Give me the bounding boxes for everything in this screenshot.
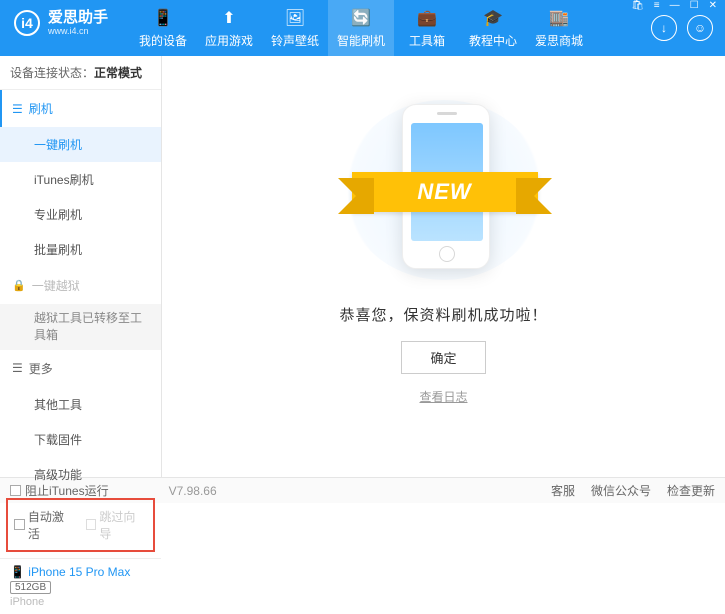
nav-apps-games[interactable]: ⬆应用游戏 bbox=[196, 0, 262, 56]
menu-icon[interactable]: ≡ bbox=[652, 0, 662, 13]
jailbreak-moved-note: 越狱工具已转移至工具箱 bbox=[0, 304, 161, 350]
user-button[interactable]: ☺ bbox=[687, 15, 713, 41]
checkbox-block-itunes[interactable]: 阻止iTunes运行 bbox=[10, 482, 109, 499]
minimize-icon[interactable]: — bbox=[668, 0, 682, 13]
connection-status: 设备连接状态：正常模式 bbox=[0, 56, 161, 90]
image-icon: 🖼 bbox=[284, 7, 306, 29]
menu-icon: ☰ bbox=[12, 361, 23, 375]
app-header: i4 爱思助手 www.i4.cn 📱我的设备 ⬆应用游戏 🖼铃声壁纸 🔄智能刷… bbox=[0, 0, 725, 56]
device-phone-icon: 📱 bbox=[10, 565, 25, 579]
nav-tutorials[interactable]: 🎓教程中心 bbox=[460, 0, 526, 56]
footer-link-wechat[interactable]: 微信公众号 bbox=[591, 482, 651, 499]
sidebar-item-itunes-flash[interactable]: iTunes刷机 bbox=[0, 162, 161, 197]
success-message: 恭喜您，保资料刷机成功啦！ bbox=[339, 304, 547, 325]
book-icon: 🎓 bbox=[482, 7, 504, 29]
checkbox-skip-guide: 跳过向导 bbox=[86, 508, 148, 542]
new-ribbon: NEW bbox=[352, 172, 538, 212]
device-type: iPhone bbox=[10, 596, 44, 608]
version-label: V7.98.66 bbox=[169, 484, 217, 498]
flash-icon: 🔄 bbox=[350, 7, 372, 29]
sidebar-item-download-firmware[interactable]: 下载固件 bbox=[0, 422, 161, 457]
activation-options: 自动激活 跳过向导 bbox=[6, 498, 155, 552]
sidebar-item-other-tools[interactable]: 其他工具 bbox=[0, 387, 161, 422]
sidebar: 设备连接状态：正常模式 ☰刷机 一键刷机 iTunes刷机 专业刷机 批量刷机 … bbox=[0, 56, 162, 477]
toolbox-icon: 💼 bbox=[416, 7, 438, 29]
sidebar-group-jailbreak: 🔒一键越狱 bbox=[0, 267, 161, 304]
device-storage: 512GB bbox=[10, 581, 51, 594]
nav-store[interactable]: 🏬爱思商城 bbox=[526, 0, 592, 56]
main-navbar: i4 爱思助手 www.i4.cn 📱我的设备 ⬆应用游戏 🖼铃声壁纸 🔄智能刷… bbox=[0, 0, 725, 56]
main-content: NEW 恭喜您，保资料刷机成功啦！ 确定 查看日志 bbox=[162, 56, 725, 477]
lock-icon: 🔒 bbox=[12, 279, 26, 292]
sidebar-item-pro-flash[interactable]: 专业刷机 bbox=[0, 197, 161, 232]
nav-ringtones[interactable]: 🖼铃声壁纸 bbox=[262, 0, 328, 56]
apps-icon: ⬆ bbox=[218, 7, 240, 29]
device-info[interactable]: 📱 iPhone 15 Pro Max 512GB iPhone bbox=[0, 558, 161, 614]
logo-icon: i4 bbox=[14, 10, 40, 36]
footer-link-cs[interactable]: 客服 bbox=[551, 482, 575, 499]
app-logo: i4 爱思助手 www.i4.cn bbox=[14, 10, 108, 36]
app-subtitle: www.i4.cn bbox=[48, 27, 108, 37]
sidebar-item-onekey-flash[interactable]: 一键刷机 bbox=[0, 127, 161, 162]
footer-link-update[interactable]: 检查更新 bbox=[667, 482, 715, 499]
phone-icon: 📱 bbox=[152, 7, 174, 29]
ok-button[interactable]: 确定 bbox=[401, 341, 485, 374]
app-title: 爱思助手 bbox=[48, 10, 108, 27]
maximize-icon[interactable]: ☐ bbox=[688, 0, 701, 13]
store-icon: 🏬 bbox=[548, 7, 570, 29]
nav-toolbox[interactable]: 💼工具箱 bbox=[394, 0, 460, 56]
nav-my-device[interactable]: 📱我的设备 bbox=[130, 0, 196, 56]
device-name: iPhone 15 Pro Max bbox=[28, 565, 130, 579]
nav-smart-flash[interactable]: 🔄智能刷机 bbox=[328, 0, 394, 56]
sidebar-group-flash[interactable]: ☰刷机 bbox=[0, 90, 161, 127]
close-icon[interactable]: ✕ bbox=[707, 0, 719, 13]
shopping-icon[interactable]: 🛍 bbox=[629, 0, 646, 13]
checkbox-auto-activate[interactable]: 自动激活 bbox=[14, 508, 76, 542]
success-illustration: NEW bbox=[344, 86, 544, 286]
chevron-down-icon: ☰ bbox=[12, 102, 23, 116]
view-log-link[interactable]: 查看日志 bbox=[419, 388, 467, 405]
sidebar-group-more[interactable]: ☰更多 bbox=[0, 350, 161, 387]
download-button[interactable]: ↓ bbox=[651, 15, 677, 41]
sidebar-item-batch-flash[interactable]: 批量刷机 bbox=[0, 232, 161, 267]
